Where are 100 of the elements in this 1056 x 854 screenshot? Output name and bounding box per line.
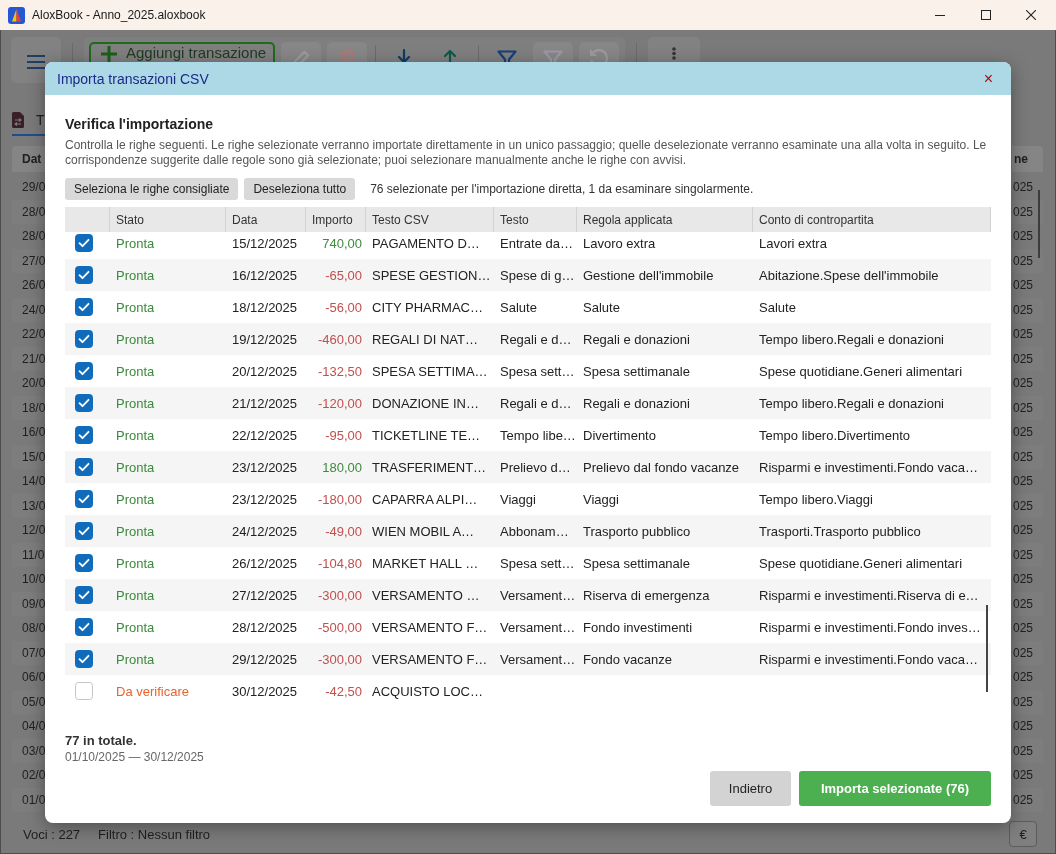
table-cell: Tempo libe… <box>500 427 576 443</box>
checkbox[interactable] <box>75 682 93 700</box>
currency-button[interactable]: € <box>1009 821 1037 847</box>
table-cell: 025 <box>1013 743 1034 758</box>
status-text: Pronta <box>116 427 155 443</box>
table-cell: 025 <box>1013 719 1034 734</box>
selection-summary: 76 selezionate per l'importazione diretta, 1 da esaminare singolarmente. <box>370 182 754 196</box>
table-cell: 22/12/2025 <box>232 427 298 443</box>
checkbox[interactable] <box>75 394 93 412</box>
table-cell: Trasporto pubblico <box>583 523 691 539</box>
maximize-icon[interactable] <box>981 10 991 20</box>
table-cell: 29/0 <box>22 180 46 195</box>
amount-cell: 180,00 <box>322 459 362 475</box>
action-button[interactable]: Deseleziona tutto <box>244 178 356 200</box>
checkbox[interactable] <box>75 554 93 572</box>
table-cell: Lavori extra <box>759 235 827 251</box>
status-text: Pronta <box>116 459 155 475</box>
checkbox[interactable] <box>75 618 93 636</box>
table-cell: CAPARRA ALPI… <box>372 491 478 507</box>
column-header: ne <box>1014 152 1028 166</box>
checkbox[interactable] <box>75 586 93 604</box>
table-cell: DONAZIONE IN… <box>372 395 479 411</box>
table-cell: Gestione dell'immobile <box>583 267 714 283</box>
table-cell: 22/0 <box>22 327 46 342</box>
table-cell: VERSAMENTO F… <box>372 651 488 667</box>
table-cell: 025 <box>1013 425 1034 440</box>
close-button[interactable]: × <box>977 70 999 87</box>
table-cell: Salute <box>759 299 796 315</box>
table-cell: 10/0 <box>22 572 46 587</box>
back-button[interactable]: Indietro <box>710 771 791 806</box>
table-cell: 03/0 <box>22 743 46 758</box>
amount-cell: -95,00 <box>325 427 362 443</box>
date-range: 01/10/2025 — 30/12/2025 <box>65 750 205 765</box>
checkbox[interactable] <box>75 362 93 380</box>
table-cell: 16/12/2025 <box>232 267 298 283</box>
table-cell: TRASFERIMENT… <box>372 459 487 475</box>
table-cell: 025 <box>1013 498 1034 513</box>
checkbox[interactable] <box>75 650 93 668</box>
status-text: Pronta <box>116 395 155 411</box>
table-cell: 025 <box>1013 621 1034 636</box>
table-cell: 025 <box>1013 547 1034 562</box>
checkbox[interactable] <box>75 330 93 348</box>
table-cell: Fondo investimenti <box>583 619 693 635</box>
action-button[interactable]: Seleziona le righe consigliate <box>65 178 239 200</box>
table-cell: Versament… <box>500 587 576 603</box>
table-cell: Regali e donazioni <box>583 331 690 347</box>
table-cell: 26/0 <box>22 278 46 293</box>
section-heading: Verifica l'importazione <box>65 116 215 132</box>
table-cell: 27/0 <box>22 253 46 268</box>
column-header: Testo <box>500 212 529 227</box>
minimize-icon[interactable] <box>935 14 945 16</box>
table-cell: Tempo libero.Regali e donazioni <box>759 395 944 411</box>
table-cell: Tempo libero.Regali e donazioni <box>759 331 944 347</box>
status-text: Pronta <box>116 491 155 507</box>
checkbox[interactable] <box>75 298 93 316</box>
column-header: Data <box>232 212 258 227</box>
status-text: Pronta <box>116 363 155 379</box>
table-cell: Spesa sett… <box>500 555 575 571</box>
checkbox[interactable] <box>75 490 93 508</box>
scrollbar-thumb[interactable] <box>1038 190 1040 258</box>
plus-icon <box>101 46 117 62</box>
table-cell: Spese di g… <box>500 267 575 283</box>
table-cell: 15/0 <box>22 449 46 464</box>
checkbox[interactable] <box>75 426 93 444</box>
table-cell: WIEN MOBIL A… <box>372 523 475 539</box>
table-cell: VERSAMENTO … <box>372 587 480 603</box>
table-cell: Risparmi e investimenti.Fondo inves… <box>759 619 981 635</box>
table-cell: Risparmi e investimenti.Riserva di e… <box>759 587 979 603</box>
table-cell: ACQUISTO LOC… <box>372 683 483 699</box>
checkbox[interactable] <box>75 522 93 540</box>
checkbox[interactable] <box>75 266 93 284</box>
checkbox[interactable] <box>75 458 93 476</box>
table-cell: 025 <box>1013 572 1034 587</box>
column-header: Regola applicata <box>583 212 673 227</box>
table-cell: 21/0 <box>22 351 46 366</box>
table-cell: Versament… <box>500 651 576 667</box>
table-cell: Salute <box>500 299 537 315</box>
close-icon[interactable] <box>1026 10 1036 20</box>
table-cell: 18/0 <box>22 400 46 415</box>
status-text: Pronta <box>116 331 155 347</box>
table-cell: 025 <box>1013 351 1034 366</box>
amount-cell: -56,00 <box>325 299 362 315</box>
table-cell: 06/0 <box>22 670 46 685</box>
amount-cell: -65,00 <box>325 267 362 283</box>
column-header: Testo CSV <box>372 212 429 227</box>
table-cell: 025 <box>1013 792 1034 807</box>
table-cell: 23/12/2025 <box>232 491 298 507</box>
amount-cell: -300,00 <box>317 587 362 603</box>
table-cell: 025 <box>1013 278 1034 293</box>
table-cell: Regali e donazioni <box>583 395 690 411</box>
scrollbar-thumb[interactable] <box>986 605 988 692</box>
column-header: Stato <box>116 212 145 227</box>
table-cell: Risparmi e investimenti.Fondo vaca… <box>759 651 978 667</box>
menu-icon <box>27 55 45 69</box>
table-cell: 29/12/2025 <box>232 651 298 667</box>
table-cell: 025 <box>1013 204 1034 219</box>
checkbox[interactable] <box>75 234 93 252</box>
table-cell: 025 <box>1013 768 1034 783</box>
table-cell: 025 <box>1013 694 1034 709</box>
table-cell: 02/0 <box>22 768 46 783</box>
